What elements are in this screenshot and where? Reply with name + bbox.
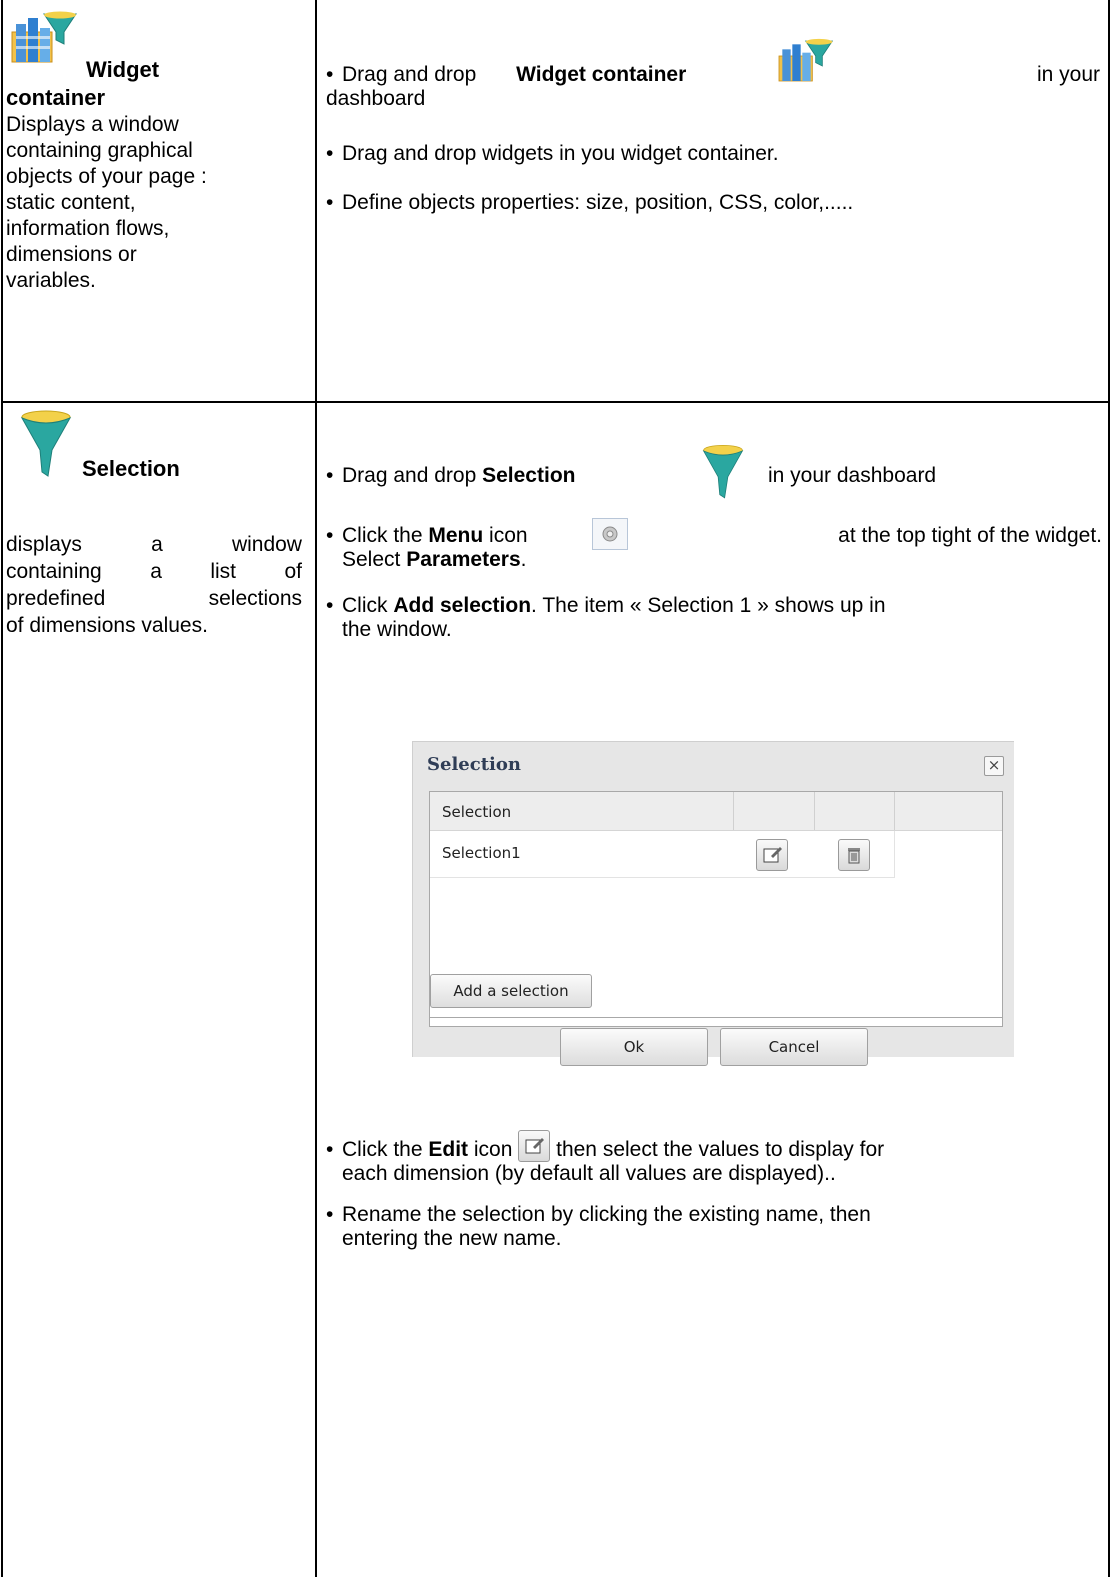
desc-line: dimensions or <box>6 243 137 266</box>
widget-container-description: container <box>6 86 306 112</box>
step-text: in your <box>1036 63 1100 86</box>
step-text: icon <box>473 1138 513 1161</box>
document-page: Widget container Displays a window conta… <box>0 0 1114 1577</box>
desc-line: static content, <box>6 191 136 214</box>
step-text: Click the <box>342 524 423 547</box>
desc-line: containing graphical <box>6 139 193 162</box>
step-text: Click the <box>342 1138 423 1161</box>
column-header[interactable] <box>734 792 815 830</box>
dialog-title: Selection <box>427 754 521 775</box>
trash-icon[interactable] <box>838 839 870 871</box>
step-bold-text: Edit <box>428 1138 469 1161</box>
divider <box>429 1017 1003 1018</box>
step-1: • Drag and drop Widget container in your … <box>326 38 1106 123</box>
table-right-border <box>1108 0 1110 1577</box>
selection-name[interactable]: Selection1 <box>442 844 521 862</box>
table-row-divider <box>1 401 1110 403</box>
step-3: • Define objects properties: size, positi… <box>326 191 1106 215</box>
step-text: Drag and drop <box>342 464 477 487</box>
step-2: • Drag and drop widgets in you widget con… <box>326 142 1106 166</box>
step-text: entering the new name. <box>342 1227 562 1250</box>
funnel-icon <box>702 444 744 506</box>
add-selection-button[interactable]: Add a selection <box>430 974 592 1008</box>
step-text: . The item « Selection 1 » shows up in <box>531 594 886 617</box>
ok-button[interactable]: Ok <box>560 1028 708 1066</box>
widget-container-icon <box>774 33 834 95</box>
step-text: each dimension (by default all values ar… <box>342 1162 836 1185</box>
step-text: in your dashboard <box>768 464 937 487</box>
column-header[interactable] <box>895 792 1001 830</box>
desc-line: variables. <box>6 269 96 292</box>
table-left-border <box>1 0 3 1577</box>
gear-icon[interactable] <box>592 518 628 550</box>
table-row[interactable]: Selection1 <box>430 831 895 878</box>
step-3: • Click Add selection. The item « Selecti… <box>326 594 1106 642</box>
selection-dialog: Selection × Selection Selection1 Add a s… <box>412 741 1014 1066</box>
step-5: • Rename the selection by clicking the ex… <box>326 1203 1106 1251</box>
step-bold-text: Menu <box>428 524 484 547</box>
step-text: . <box>520 548 527 571</box>
step-text: Select <box>342 548 401 571</box>
desc-line: Displays a window <box>6 113 179 136</box>
step-text: Rename the selection by clicking the exi… <box>342 1203 871 1226</box>
step-text: the window. <box>342 618 452 641</box>
desc-line: objects of your page : <box>6 165 207 188</box>
step-bold-text: Add selection <box>393 594 532 617</box>
funnel-icon <box>20 410 72 478</box>
column-label: Selection <box>442 803 512 821</box>
selection-title: Selection <box>82 456 180 481</box>
bullet: • <box>326 1138 334 1161</box>
step-4: • Click the Edit icon then select the val… <box>326 1130 1106 1186</box>
step-text: Drag and drop <box>342 63 477 86</box>
desc-line: containing a list of <box>6 560 302 583</box>
bullet: • <box>326 524 334 547</box>
step-bold-text: Parameters <box>406 548 521 571</box>
step-text: dashboard <box>326 87 426 110</box>
selection-description: displays a window containing a list of predef… <box>6 531 302 639</box>
step-2: • Click the Menu icon at the top tight of… <box>326 518 1106 572</box>
widget-container-title-wrap: container <box>6 85 106 110</box>
column-header[interactable]: Selection <box>430 792 734 830</box>
desc-line: predefined selections <box>6 587 302 610</box>
desc-line: information flows, <box>6 217 170 240</box>
bullet: • <box>326 464 334 487</box>
step-text: Define objects properties: size, positio… <box>342 191 854 214</box>
bullet: • <box>326 191 334 214</box>
grid-header: Selection <box>430 792 1002 831</box>
step-bold-text: Widget container <box>516 63 687 86</box>
bullet: • <box>326 1203 334 1226</box>
table-mid-border <box>315 0 317 1577</box>
step-text: icon <box>489 524 528 547</box>
widget-container-desc-lines: Displays a window containing graphical o… <box>6 112 306 294</box>
column-header[interactable] <box>815 792 895 830</box>
desc-line: displays a window <box>6 533 302 556</box>
step-text: then select the values to display for <box>556 1138 885 1161</box>
bullet: • <box>326 63 334 86</box>
close-icon[interactable]: × <box>984 756 1004 776</box>
edit-icon[interactable] <box>518 1130 551 1162</box>
widget-container-title: Widget <box>86 57 160 82</box>
cancel-button[interactable]: Cancel <box>720 1028 868 1066</box>
step-text: Click <box>342 594 388 617</box>
edit-icon[interactable] <box>756 839 788 871</box>
widget-container-icon <box>6 10 78 66</box>
step-text: at the top tight of the widget. <box>838 524 1102 547</box>
desc-line: of dimensions values. <box>6 614 208 637</box>
bullet: • <box>326 142 334 165</box>
step-text: Drag and drop widgets in you widget cont… <box>342 142 779 165</box>
step-1: • Drag and drop Selection in your dashboa… <box>326 444 1106 499</box>
step-bold-text: Selection <box>482 464 576 487</box>
bullet: • <box>326 594 334 617</box>
